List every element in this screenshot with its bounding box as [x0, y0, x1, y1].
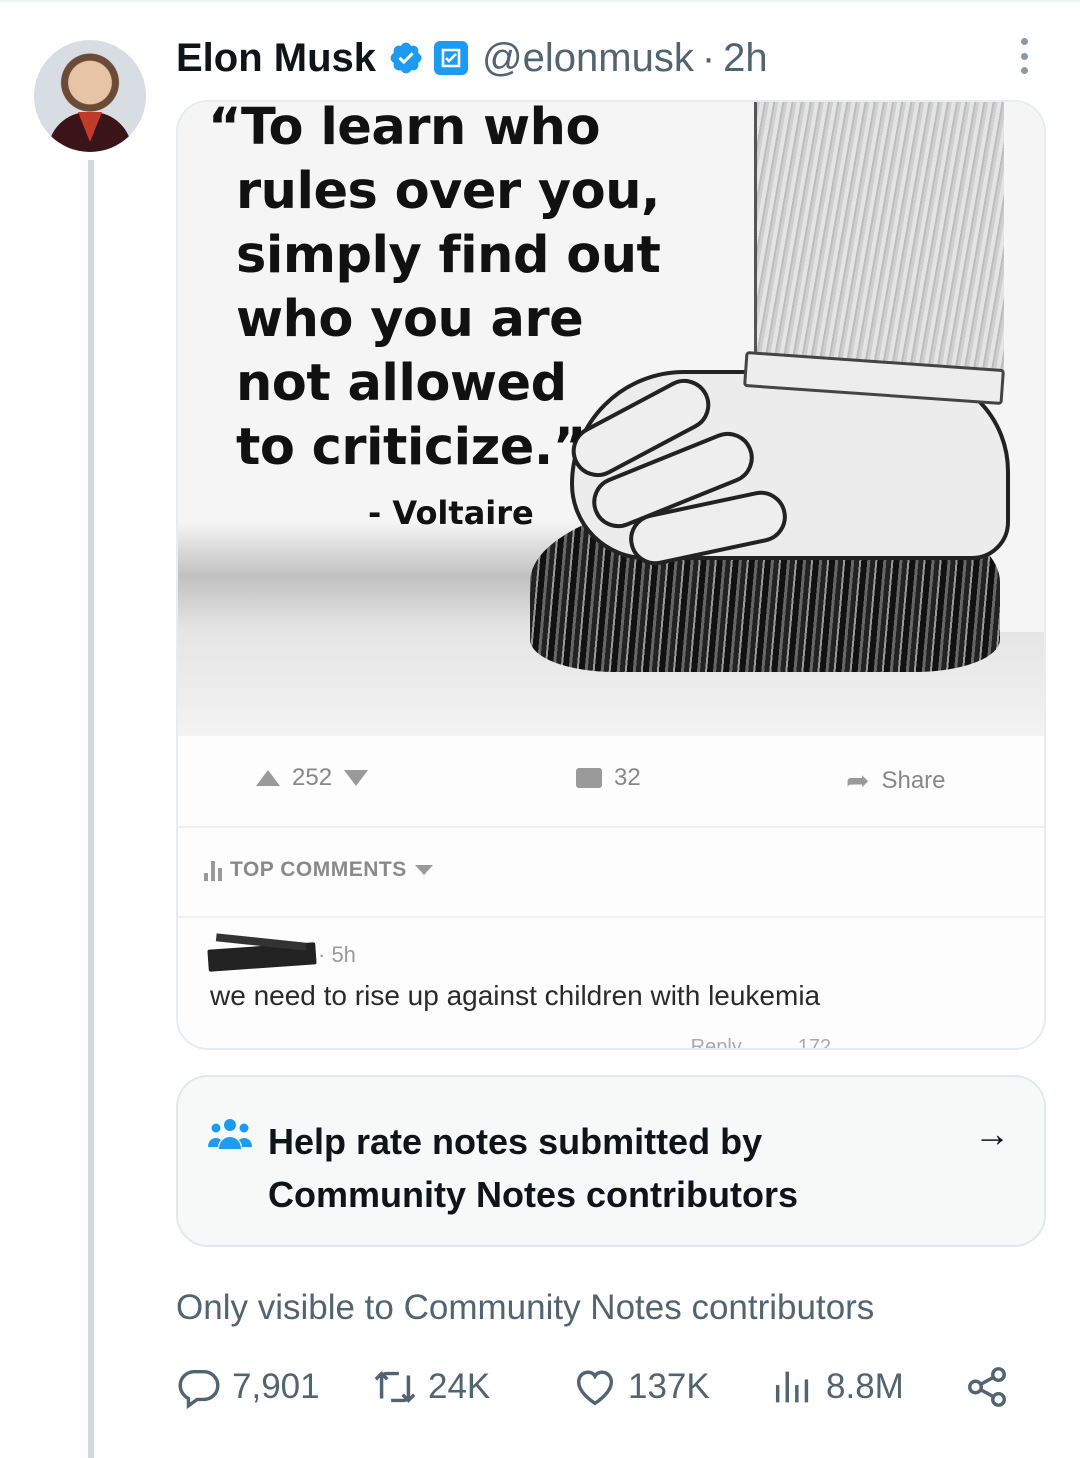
like-button[interactable]: 137K [572, 1360, 710, 1414]
views-button[interactable]: 8.8M [770, 1360, 904, 1414]
post-image[interactable]: “To learn who rules over you, simply fin… [176, 100, 1046, 1050]
quote-text: “To learn who rules over you, simply fin… [208, 100, 728, 480]
post-header: Elon Musk @elonmusk · 2h [176, 30, 768, 86]
illustration: “To learn who rules over you, simply fin… [178, 100, 1044, 736]
people-icon [208, 1119, 252, 1149]
repost-icon [374, 1371, 416, 1403]
notes-line-2: Community Notes contributors [268, 1174, 799, 1215]
comment-count: 32 [614, 764, 641, 791]
reply-button[interactable]: 7,901 [176, 1360, 320, 1414]
quote-author: - Voltaire [368, 494, 534, 532]
reply-count: 7,901 [232, 1367, 320, 1406]
comment-actions: ... Reply 172 [618, 1036, 832, 1050]
author-handle[interactable]: @elonmusk [482, 36, 694, 81]
visibility-note: Only visible to Community Notes contribu… [176, 1288, 875, 1327]
community-notes-text: Help rate notes submitted by Community N… [268, 1115, 798, 1221]
vote-row: 252 32 ➦ Share [178, 764, 1044, 804]
comment-icon [576, 768, 602, 788]
comment-text: we need to rise up against children with… [210, 980, 821, 1011]
upvote-icon [256, 770, 280, 786]
quote-line: “To learn who [208, 100, 601, 157]
government-badge-icon [434, 41, 469, 75]
community-notes-banner[interactable]: Help rate notes submitted by Community N… [176, 1075, 1046, 1247]
comment-group: 32 [576, 764, 641, 792]
heart-icon [576, 1370, 614, 1406]
quote-line: who you are [236, 290, 584, 349]
share-button[interactable] [964, 1360, 1010, 1414]
more-icon[interactable] [1012, 36, 1036, 76]
divider [178, 826, 1044, 828]
quote-line: simply find out [236, 226, 661, 285]
share-label: Share [881, 766, 946, 794]
views-count: 8.8M [826, 1367, 904, 1406]
top-divider [0, 0, 1080, 2]
top-comments-label: TOP COMMENTS [230, 858, 407, 881]
downvote-icon [344, 770, 369, 786]
post-time[interactable]: 2h [723, 36, 768, 81]
share-icon [968, 1367, 1006, 1407]
quote-line: to criticize.” [236, 418, 586, 477]
top-comments-header: TOP COMMENTS [204, 858, 433, 882]
repost-count: 24K [428, 1367, 491, 1406]
author-name[interactable]: Elon Musk [176, 36, 376, 81]
quote-line: rules over you, [236, 162, 660, 221]
notes-line-1: Help rate notes submitted by [268, 1121, 763, 1162]
reply-label: Reply [690, 1036, 742, 1050]
like-count: 137K [628, 1367, 710, 1406]
share-arrow-icon: ➦ [846, 765, 870, 796]
verified-badge-icon [390, 42, 422, 74]
separator-dot: · [701, 35, 716, 80]
comment-more: ... [618, 1036, 635, 1050]
share-group: ➦ Share [846, 764, 946, 797]
divider [178, 916, 1044, 918]
views-icon [775, 1371, 809, 1403]
illustration-sleeve [754, 102, 1004, 382]
vote-group: 252 [256, 764, 369, 792]
thread-line [88, 160, 94, 1458]
reply-icon [178, 1369, 220, 1410]
quote-line: not allowed [236, 354, 567, 413]
bars-icon [204, 859, 222, 881]
reddit-screenshot: 252 32 ➦ Share TOP COMMENTS · 5h we need… [178, 736, 1044, 1050]
action-bar: 7,901 24K 137K 8.8M [176, 1360, 1016, 1414]
comment-votes: 172 [797, 1036, 832, 1050]
repost-button[interactable]: 24K [372, 1360, 490, 1414]
arrow-right-icon[interactable]: → [974, 1113, 1010, 1155]
dropdown-icon [414, 865, 433, 875]
avatar[interactable] [34, 40, 146, 152]
vote-count: 252 [292, 764, 333, 791]
comment-age: · 5h [318, 942, 356, 967]
